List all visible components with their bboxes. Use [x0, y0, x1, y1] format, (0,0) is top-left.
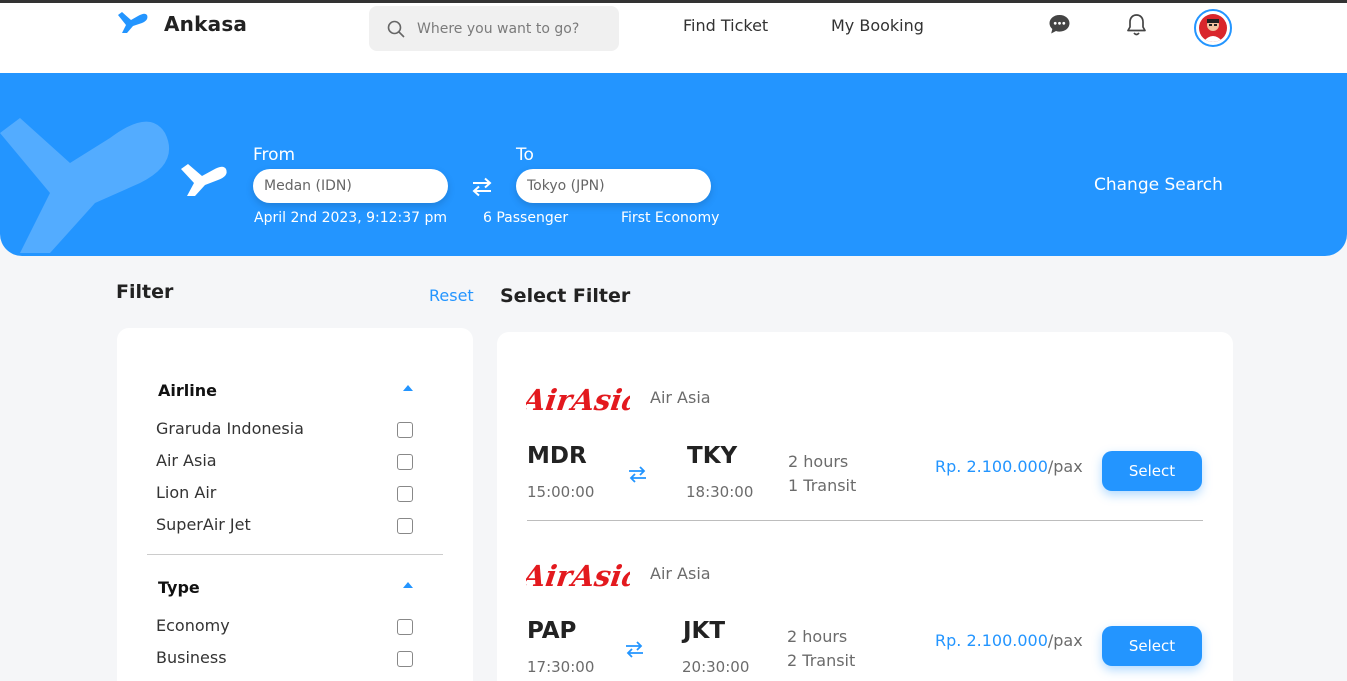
price-amount: Rp. 2.100.000: [935, 457, 1048, 476]
airline-logo-text: AirAsia: [526, 383, 630, 417]
flight-duration: 2 hours: [788, 452, 849, 471]
filter-checkbox[interactable]: [397, 454, 413, 470]
plane-watermark-icon: [0, 118, 170, 253]
navbar: Ankasa Find Ticket My Booking: [0, 3, 1347, 73]
origin-code: PAP: [527, 618, 577, 644]
airasia-logo: AirAsia: [526, 559, 630, 593]
from-label: From: [253, 145, 296, 165]
airline-name: Air Asia: [650, 388, 711, 407]
filter-option: Air Asia: [156, 451, 217, 470]
to-label: To: [516, 145, 534, 165]
filter-panel: Airline Graruda Indonesia Air Asia Lion …: [117, 328, 473, 681]
search-icon: [387, 20, 405, 38]
nav-find-ticket[interactable]: Find Ticket: [683, 16, 768, 35]
seat-class: First Economy: [621, 210, 720, 226]
price: Rp. 2.100.000/pax: [935, 631, 1083, 650]
destination-code: JKT: [683, 618, 726, 644]
filter-checkbox[interactable]: [397, 518, 413, 534]
filter-option: SuperAir Jet: [156, 515, 251, 534]
search-box[interactable]: [369, 6, 619, 51]
airasia-logo: AirAsia: [526, 383, 630, 417]
filter-checkbox[interactable]: [397, 619, 413, 635]
filter-option: Lion Air: [156, 483, 217, 502]
filter-checkbox[interactable]: [397, 486, 413, 502]
select-flight-button[interactable]: Select: [1102, 451, 1202, 491]
result-divider: [527, 520, 1203, 521]
plane-icon: [181, 164, 227, 196]
avatar-photo: [1199, 14, 1227, 42]
filter-divider: [147, 554, 443, 555]
arrival-time: 20:30:00: [682, 658, 750, 676]
swap-icon[interactable]: [471, 177, 493, 197]
transit-count: 2 Transit: [787, 651, 856, 670]
price: Rp. 2.100.000/pax: [935, 457, 1083, 476]
filter-checkbox[interactable]: [397, 651, 413, 667]
results-title: Select Filter: [500, 285, 631, 307]
filter-option: Economy: [156, 616, 230, 635]
origin-code: MDR: [527, 443, 587, 469]
filter-option: Business: [156, 648, 227, 667]
nav-my-booking[interactable]: My Booking: [831, 16, 924, 35]
departure-time: 15:00:00: [527, 483, 595, 501]
departure-time: 17:30:00: [527, 658, 595, 676]
arrival-time: 18:30:00: [686, 483, 754, 501]
bell-icon[interactable]: [1126, 13, 1147, 37]
passenger-count: 6 Passenger: [483, 210, 569, 226]
price-unit: /pax: [1047, 457, 1083, 476]
price-unit: /pax: [1047, 631, 1083, 650]
brand-name: Ankasa: [164, 12, 248, 36]
filter-title: Filter: [116, 281, 174, 303]
change-search-link[interactable]: Change Search: [1094, 175, 1223, 195]
from-input[interactable]: [253, 169, 448, 203]
search-input[interactable]: [417, 20, 607, 37]
transit-count: 1 Transit: [788, 476, 857, 495]
filter-checkbox[interactable]: [397, 422, 413, 438]
caret-up-icon[interactable]: [403, 385, 413, 391]
filter-group-type-title: Type: [158, 578, 200, 597]
brand[interactable]: Ankasa: [116, 11, 247, 37]
select-flight-button[interactable]: Select: [1102, 626, 1202, 666]
caret-up-icon[interactable]: [403, 582, 413, 588]
swap-arrows-icon: [626, 641, 643, 658]
destination-code: TKY: [687, 443, 738, 469]
chat-icon[interactable]: [1048, 13, 1071, 36]
avatar[interactable]: [1194, 9, 1232, 47]
departure-date: April 2nd 2023, 9:12:37 pm: [254, 210, 448, 226]
reset-link[interactable]: Reset: [429, 286, 474, 305]
price-amount: Rp. 2.100.000: [935, 631, 1048, 650]
filter-group-airline-title: Airline: [158, 381, 217, 400]
search-summary-banner: From To April 2nd 2023, 9:12:37 pm 6 Pas…: [0, 73, 1347, 256]
swap-arrows-icon: [629, 466, 646, 483]
to-input[interactable]: [516, 169, 711, 203]
flight-duration: 2 hours: [787, 627, 848, 646]
plane-logo-icon: [118, 12, 148, 33]
airline-name: Air Asia: [650, 564, 711, 583]
filter-option: Graruda Indonesia: [156, 419, 304, 438]
results-panel: AirAsia Air Asia MDR 15:00:00 TKY 18:30:…: [497, 332, 1233, 681]
airline-logo-text: AirAsia: [526, 559, 630, 593]
